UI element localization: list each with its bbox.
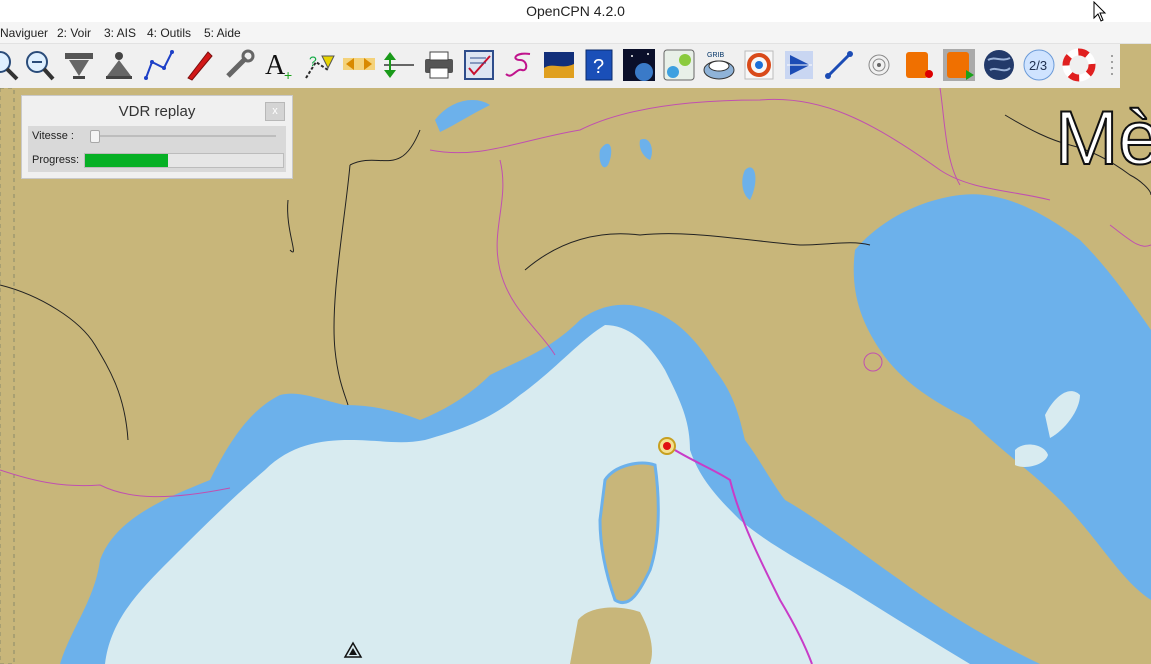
zoom-in-icon[interactable] [0, 48, 20, 82]
title-bar: OpenCPN 4.2.0 [0, 0, 1151, 22]
colour-scheme-icon[interactable] [542, 48, 576, 82]
play-icon[interactable] [782, 48, 816, 82]
svg-text:?: ? [309, 53, 317, 69]
speed-label: Vitesse : [32, 130, 74, 142]
toolbar-grip-icon[interactable] [1108, 48, 1116, 82]
menu-naviguer[interactable]: Naviguer [0, 26, 48, 40]
mouse-cursor-icon [1093, 1, 1107, 22]
dashboard-icon[interactable] [662, 48, 696, 82]
settings-wrench-icon[interactable] [222, 48, 256, 82]
svg-text:GRIB: GRIB [707, 52, 724, 59]
svg-text:+: + [284, 67, 292, 82]
progress-bar [84, 153, 284, 168]
progress-label: Progress: [32, 154, 80, 166]
current-icon[interactable]: ? [302, 48, 336, 82]
vdr-replay-panel: VDR replay x Vitesse : Progress: [21, 95, 293, 179]
globe-icon[interactable] [982, 48, 1016, 82]
radar-icon[interactable] [862, 48, 896, 82]
two-three-label: 2/3 [1029, 58, 1047, 73]
progress-bar-fill [85, 154, 169, 167]
route-manager-icon[interactable] [462, 48, 496, 82]
window-title: OpenCPN 4.2.0 [526, 3, 625, 19]
auto-follow-boat-icon[interactable] [182, 48, 216, 82]
speed-slider-thumb[interactable] [90, 130, 100, 143]
menu-bar: Naviguer 2: Voir 3: AIS 4: Outils 5: Aid… [0, 22, 1151, 44]
speed-slider-track[interactable] [90, 135, 276, 137]
menu-outils[interactable]: 4: Outils [147, 26, 191, 40]
track-icon[interactable] [502, 48, 536, 82]
tide-icon[interactable] [342, 48, 376, 82]
menu-voir[interactable]: 2: Voir [57, 26, 91, 40]
menu-aide[interactable]: 5: Aide [204, 26, 241, 40]
help-icon[interactable]: ? [582, 48, 616, 82]
toolbar: A + ? ? GRIB 2/3 [0, 44, 1120, 89]
print-icon[interactable] [422, 48, 456, 82]
text-overlay-icon[interactable]: A + [262, 48, 296, 82]
create-route-icon[interactable] [142, 48, 176, 82]
zoom-out-icon[interactable] [22, 48, 56, 82]
vdr-icon[interactable] [742, 48, 776, 82]
vdr-panel-title: VDR replay [118, 103, 196, 120]
vdr-close-button[interactable]: x [265, 102, 285, 121]
svg-text:A: A [265, 50, 286, 81]
replay-icon[interactable] [942, 48, 976, 82]
sky-night-icon[interactable] [622, 48, 656, 82]
grib-icon[interactable]: GRIB [702, 48, 736, 82]
course-up-icon[interactable] [382, 48, 416, 82]
chart-scale-down-icon[interactable] [62, 48, 96, 82]
chart-place-label: Mè [1055, 96, 1151, 181]
record-icon[interactable] [902, 48, 936, 82]
vdr-panel-body: Vitesse : Progress: [28, 126, 286, 172]
lifebuoy-icon[interactable] [1062, 48, 1096, 82]
two-three-icon[interactable]: 2/3 [1022, 48, 1056, 82]
measure-icon[interactable] [822, 48, 856, 82]
svg-text:?: ? [593, 56, 604, 78]
menu-ais[interactable]: 3: AIS [104, 26, 136, 40]
chart-scale-up-icon[interactable] [102, 48, 136, 82]
